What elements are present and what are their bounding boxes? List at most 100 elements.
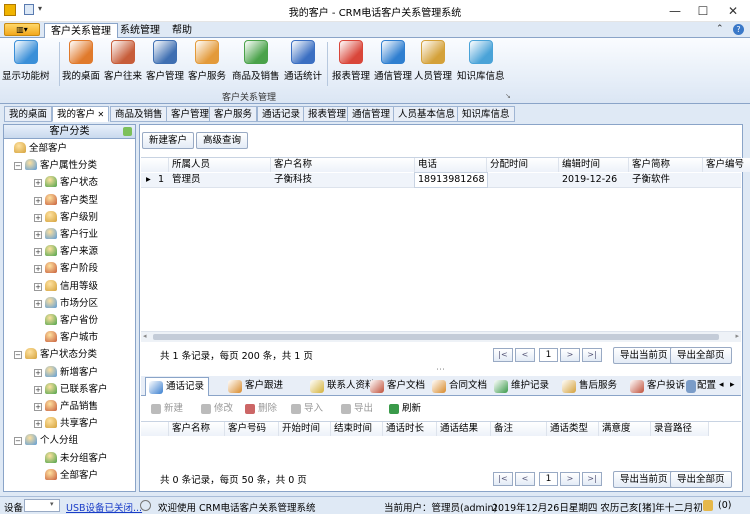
detail-page-input[interactable]: 1 — [539, 472, 558, 486]
table-cell[interactable]: 18913981268 — [414, 172, 488, 188]
tree-item[interactable]: + 信用等级 — [34, 279, 98, 294]
detail-tab-3[interactable]: 客户文档 — [367, 377, 429, 396]
column-header[interactable]: 分配时间 — [487, 158, 559, 172]
toolbar-export-button[interactable]: 导出 — [340, 402, 373, 416]
tree-item[interactable]: + 客户阶段 — [34, 262, 98, 276]
detail-export-current-button[interactable]: 导出当前页 — [613, 471, 675, 488]
tree-item[interactable]: + 产品销售 — [34, 400, 98, 414]
detail-tab-5[interactable]: 维护记录 — [491, 377, 553, 396]
tree-item[interactable]: + 客户类型 — [34, 193, 98, 208]
tree-item[interactable]: − 个人分组 — [14, 434, 78, 448]
table-cell[interactable] — [487, 173, 559, 187]
toolbar-delete-button[interactable]: 删除 — [244, 402, 277, 416]
expand-icon[interactable]: + — [34, 403, 42, 411]
detail-tab-4[interactable]: 合同文档 — [429, 377, 491, 396]
ribbon-button-3[interactable]: 客户管理 — [146, 40, 184, 82]
tree-item[interactable]: + 新增客户 — [34, 365, 98, 380]
expand-icon[interactable]: + — [34, 282, 42, 291]
doc-tab-0[interactable]: 我的桌面 — [4, 106, 53, 122]
pin-icon[interactable] — [123, 127, 132, 136]
tree-item[interactable]: + 市场分区 — [34, 296, 98, 311]
column-header[interactable]: 开始时间 — [279, 422, 331, 436]
collapse-icon[interactable]: − — [14, 437, 22, 446]
ribbon-button-9[interactable]: 人员管理 — [414, 40, 452, 82]
expand-icon[interactable]: + — [34, 248, 42, 257]
expand-icon[interactable]: + — [34, 368, 42, 377]
tab-customer-relations[interactable]: 客户关系管理 — [44, 23, 118, 38]
tree-item[interactable]: 未分组客户 — [34, 451, 108, 466]
detail-tab-1[interactable]: 客户跟进 — [225, 377, 287, 396]
tree-item[interactable]: 客户城市 — [34, 331, 98, 345]
column-header[interactable]: 客户名称 — [271, 158, 415, 172]
column-header[interactable]: 录音路径 — [651, 422, 709, 436]
tab-scroll-right-icon[interactable]: ▸ — [730, 380, 735, 390]
ribbon-toggle-icon[interactable]: ⌃ — [716, 24, 724, 34]
column-header[interactable]: 通话类型 — [547, 422, 599, 436]
column-header[interactable]: 满意度 — [599, 422, 651, 436]
doc-tab-6[interactable]: 报表管理 — [303, 106, 352, 122]
ribbon-button-6[interactable]: 通话统计 — [284, 40, 322, 82]
ribbon-launcher-icon[interactable]: ↘ — [505, 92, 511, 100]
tree-item[interactable]: + 客户行业 — [34, 228, 98, 242]
column-header[interactable]: 电话 — [415, 158, 487, 172]
doc-tab-2[interactable]: 商品及销售 — [110, 106, 168, 122]
detail-tab-7[interactable]: 客户投诉 — [627, 377, 689, 396]
scroll-thumb[interactable] — [153, 334, 719, 340]
close-button[interactable]: ✕ — [718, 2, 748, 20]
ribbon-button-1[interactable]: 我的桌面 — [62, 40, 100, 82]
splitter-handle[interactable]: ⋯ — [436, 365, 445, 375]
page-input[interactable]: 1 — [539, 348, 558, 362]
export-all-button[interactable]: 导出全部页 — [670, 347, 732, 364]
expand-icon[interactable]: + — [34, 231, 42, 239]
table-row[interactable]: ▸ 1 管理员 子衡科技 18913981268 2019-12-26 子衡软件 — [141, 172, 741, 188]
column-header[interactable]: 编辑时间 — [559, 158, 629, 172]
collapse-icon[interactable]: − — [14, 351, 22, 360]
column-header[interactable]: 客户名称 — [169, 422, 225, 436]
detail-export-all-button[interactable]: 导出全部页 — [670, 471, 732, 488]
doc-tab-7[interactable]: 通信管理 — [347, 106, 396, 122]
table-cell[interactable] — [703, 173, 750, 187]
expand-icon[interactable]: + — [34, 179, 42, 188]
device-select[interactable] — [24, 499, 60, 512]
last-page-button[interactable]: >| — [582, 348, 602, 362]
detail-tab-6[interactable]: 售后服务 — [559, 377, 621, 396]
expand-icon[interactable]: + — [34, 265, 42, 274]
toolbar-import-button[interactable]: 导入 — [290, 402, 323, 416]
column-header[interactable]: 通话时长 — [383, 422, 437, 436]
expand-icon[interactable]: + — [34, 196, 42, 205]
doc-tab-1[interactable]: 我的客户 ✕ — [52, 106, 110, 122]
tree-item[interactable]: 全部客户 — [34, 468, 98, 483]
expand-icon[interactable]: + — [34, 420, 42, 429]
column-header[interactable]: 所属人员 — [169, 158, 271, 172]
column-header[interactable]: 客户简称 — [629, 158, 703, 172]
new-customer-button[interactable]: 新建客户 — [142, 132, 195, 149]
tree-item[interactable]: 全部客户 — [14, 142, 67, 156]
next-page-button[interactable]: > — [560, 348, 580, 362]
tree-item[interactable]: + 已联系客户 — [34, 382, 108, 397]
scroll-right-icon[interactable]: ▸ — [735, 332, 739, 340]
prev-page-button[interactable]: < — [515, 348, 535, 362]
tree-item[interactable]: + 共享客户 — [34, 417, 98, 431]
tree-item[interactable]: + 客户状态 — [34, 176, 98, 190]
message-icon[interactable] — [703, 500, 713, 511]
horizontal-scrollbar[interactable]: ◂ ▸ — [141, 331, 741, 342]
ribbon-button-8[interactable]: 通信管理 — [374, 40, 412, 82]
expand-icon[interactable]: + — [34, 213, 42, 222]
tree-item[interactable]: 客户省份 — [34, 314, 98, 328]
table-cell[interactable]: 子衡科技 — [271, 173, 415, 187]
ribbon-button-2[interactable]: 客户往来 — [104, 40, 142, 82]
detail-last-page-button[interactable]: >| — [582, 472, 602, 486]
column-header[interactable]: 客户编号 — [703, 158, 750, 172]
first-page-button[interactable]: |< — [493, 348, 513, 362]
maximize-button[interactable]: ☐ — [688, 2, 718, 20]
minimize-button[interactable]: — — [660, 2, 690, 20]
device-dropdown-icon[interactable]: ▾ — [50, 500, 54, 508]
collapse-icon[interactable]: − — [14, 162, 22, 171]
tab-scroll-left-icon[interactable]: ◂ — [719, 380, 724, 390]
table-cell[interactable]: 2019-12-26 — [559, 173, 629, 187]
detail-first-page-button[interactable]: |< — [493, 472, 513, 486]
column-header[interactable]: 备注 — [491, 422, 547, 436]
column-header[interactable]: 客户号码 — [225, 422, 279, 436]
advanced-search-button[interactable]: 高级查询 — [196, 132, 249, 149]
doc-tab-9[interactable]: 知识库信息 — [457, 106, 515, 122]
